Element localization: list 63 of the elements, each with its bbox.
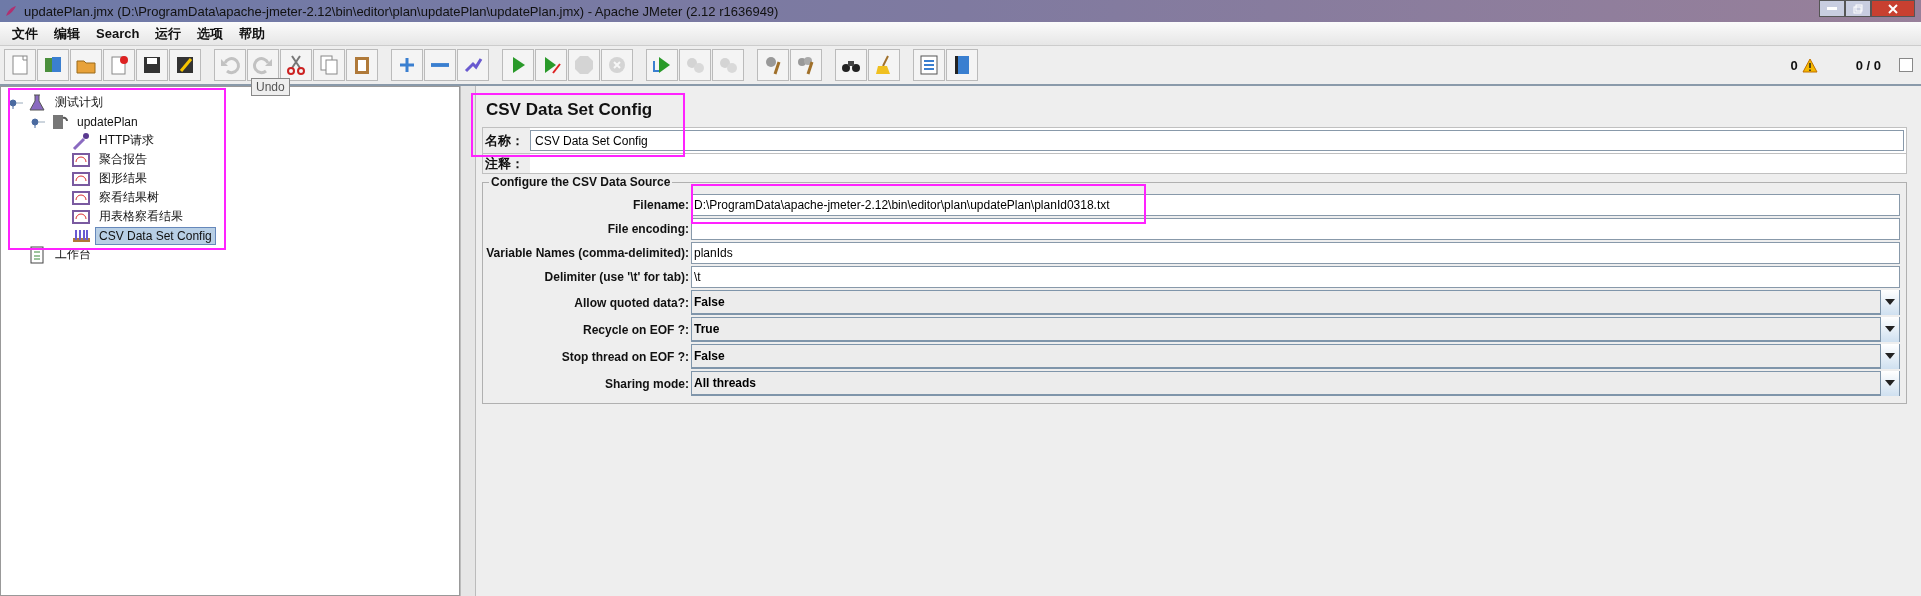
field-label: Recycle on EOF ?: xyxy=(581,321,690,339)
menu-item[interactable]: 编辑 xyxy=(46,22,88,45)
tree-item[interactable]: 察看结果树 xyxy=(95,187,163,208)
minimize-button[interactable] xyxy=(1819,0,1845,17)
tree-item[interactable]: 用表格察看结果 xyxy=(95,206,187,227)
log-toggle-icon[interactable] xyxy=(1899,58,1913,72)
input-field[interactable] xyxy=(691,218,1900,240)
input-field[interactable]: planIds xyxy=(691,242,1900,264)
menu-item[interactable]: 文件 xyxy=(4,22,46,45)
caret-icon xyxy=(1880,316,1899,342)
tooltip: Undo xyxy=(251,78,290,96)
menu-item[interactable]: 帮助 xyxy=(231,22,274,45)
minimize-icon xyxy=(1827,6,1837,11)
toolbar-button[interactable] xyxy=(136,49,168,81)
panel-title: CSV Data Set Config xyxy=(486,100,654,120)
stop-icon xyxy=(572,53,596,77)
toolbar-button[interactable] xyxy=(835,49,867,81)
dropdown[interactable]: True xyxy=(691,317,1900,342)
copy-icon xyxy=(317,53,341,77)
warning-icon[interactable] xyxy=(1801,57,1818,73)
flask-icon xyxy=(27,92,47,113)
field-label: Allow quoted data?: xyxy=(573,294,690,312)
input-field[interactable]: \t xyxy=(691,266,1900,288)
menu-item[interactable]: Search xyxy=(88,24,148,43)
tree-item[interactable]: updatePlan xyxy=(73,112,142,131)
section-legend: Configure the CSV Data Source xyxy=(489,175,673,189)
restore-button[interactable] xyxy=(1845,0,1871,17)
menu-item[interactable]: 运行 xyxy=(147,22,190,45)
name-field[interactable]: CSV Data Set Config xyxy=(530,130,1904,151)
restore-icon xyxy=(1853,3,1863,14)
tree-item[interactable]: HTTP请求 xyxy=(95,130,159,151)
field-label: Stop thread on EOF ?: xyxy=(560,348,690,366)
tree-item[interactable]: CSV Data Set Config xyxy=(95,226,216,245)
close-icon xyxy=(1888,3,1898,14)
tree-item[interactable]: 图形结果 xyxy=(95,168,151,189)
feather-icon xyxy=(4,4,18,18)
tree-item[interactable]: 聚合报告 xyxy=(95,149,151,170)
minus-icon xyxy=(431,63,449,67)
error-count: 0 xyxy=(1790,57,1798,73)
tree-handle-icon[interactable] xyxy=(9,96,23,109)
tree-handle-icon[interactable] xyxy=(31,115,45,128)
field-label: File encoding: xyxy=(606,221,690,238)
field-label: Filename: xyxy=(632,197,690,214)
caret-icon xyxy=(1880,343,1899,369)
list-icon xyxy=(917,53,941,77)
scissors-icon xyxy=(284,53,308,77)
dropdown[interactable]: All threads xyxy=(691,371,1900,396)
caret-icon xyxy=(1880,289,1899,315)
toolbar-button[interactable] xyxy=(946,49,978,81)
dropdown[interactable]: False xyxy=(691,344,1900,369)
window-title: updatePlan.jmx (D:\ProgramData\apache-jmeter-2.12\bin\editor\plan\updatePlan\updatePlan.jmx) - Apache JMeter (2.12 r1636949) xyxy=(24,3,780,19)
menu-item[interactable]: 选项 xyxy=(189,22,232,45)
pipette-icon xyxy=(71,130,91,151)
field-label: Sharing mode: xyxy=(604,375,690,393)
toolbar-button[interactable] xyxy=(169,49,201,81)
name-label: 名称： xyxy=(483,128,530,153)
dropdown[interactable]: False xyxy=(691,290,1900,315)
close-button[interactable] xyxy=(1871,0,1915,17)
caret-icon xyxy=(1880,370,1899,396)
tree-item[interactable]: 测试计划 xyxy=(51,92,107,113)
thread-count: 0 / 0 xyxy=(1855,57,1881,73)
field-label: Delimiter (use '\t' for tab): xyxy=(543,269,690,286)
input-field[interactable]: D:\ProgramData\apache-jmeter-2.12\bin\editor\plan\updatePlan\planId0318.txt xyxy=(691,194,1900,216)
